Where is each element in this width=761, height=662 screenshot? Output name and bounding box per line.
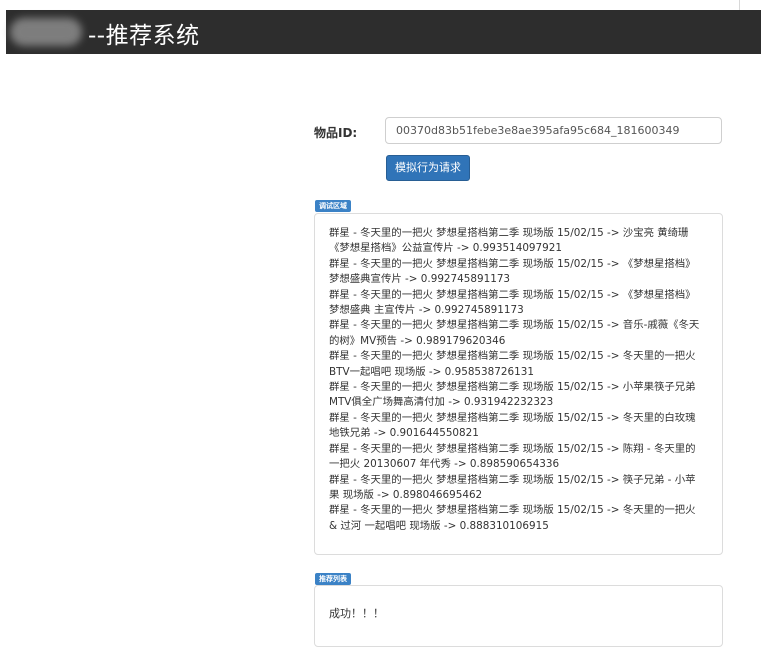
debug-line: 一把火 20130607 年代秀 -> 0.898590654336 xyxy=(329,458,560,471)
debug-line: 群星 - 冬天里的一把火 梦想星搭档第二季 现场版 15/02/15 -> 冬天… xyxy=(329,411,696,424)
debug-line: 梦想盛典 主宣传片 -> 0.992745891173 xyxy=(329,304,524,317)
page-title-text: --推荐系统 xyxy=(88,23,200,49)
recommend-panel: 成功！！！ xyxy=(314,585,723,647)
debug-line: 《梦想星搭档》公益宣传片 -> 0.993514097921 xyxy=(329,242,562,255)
debug-panel: 群星 - 冬天里的一把火 梦想星搭档第二季 现场版 15/02/15 -> 沙宝… xyxy=(314,213,723,555)
debug-line: 群星 - 冬天里的一把火 梦想星搭档第二季 现场版 15/02/15 -> 音乐… xyxy=(329,319,700,332)
debug-line: 群星 - 冬天里的一把火 梦想星搭档第二季 现场版 15/02/15 -> 《梦… xyxy=(329,257,696,270)
debug-line: 果 现场版 -> 0.898046695462 xyxy=(329,488,483,501)
debug-line: 群星 - 冬天里的一把火 梦想星搭档第二季 现场版 15/02/15 -> 冬天… xyxy=(329,504,696,517)
debug-line: 群星 - 冬天里的一把火 梦想星搭档第二季 现场版 15/02/15 -> 陈翔… xyxy=(329,442,696,455)
debug-line: 群星 - 冬天里的一把火 梦想星搭档第二季 现场版 15/02/15 -> 《梦… xyxy=(329,288,696,301)
debug-area-badge: 调试区域 xyxy=(315,200,351,212)
redaction-blur xyxy=(10,18,82,46)
debug-line: 群星 - 冬天里的一把火 梦想星搭档第二季 现场版 15/02/15 -> 筷子… xyxy=(329,473,696,486)
item-id-input[interactable]: 00370d83b51febe3e8ae395afa95c684_1816003… xyxy=(385,117,722,144)
debug-line: & 过河 一起唱吧 现场版 -> 0.888310106915 xyxy=(329,519,549,532)
item-id-label: 物品ID: xyxy=(314,126,358,140)
debug-line: 的树》MV预告 -> 0.989179620346 xyxy=(329,334,506,347)
debug-line: BTV一起唱吧 现场版 -> 0.958538726131 xyxy=(329,365,534,378)
debug-line: 群星 - 冬天里的一把火 梦想星搭档第二季 现场版 15/02/15 -> 小苹… xyxy=(329,381,696,394)
debug-line: 地铁兄弟 -> 0.901644550821 xyxy=(329,427,479,440)
header-bar: --推荐系统 xyxy=(6,10,761,54)
debug-line: 梦想盛典宣传片 -> 0.992745891173 xyxy=(329,273,511,286)
debug-line: 群星 - 冬天里的一把火 梦想星搭档第二季 现场版 15/02/15 -> 冬天… xyxy=(329,350,696,363)
result-status-text: 成功！！！ xyxy=(329,607,384,620)
debug-line: 群星 - 冬天里的一把火 梦想星搭档第二季 现场版 15/02/15 -> 沙宝… xyxy=(329,227,689,239)
simulate-request-button[interactable]: 模拟行为请求 xyxy=(386,155,470,181)
debug-line: MTV俱全广场舞高清付加 -> 0.931942232323 xyxy=(329,396,554,409)
recommend-list-badge: 推荐列表 xyxy=(315,573,351,585)
window-edge-line xyxy=(739,0,740,10)
